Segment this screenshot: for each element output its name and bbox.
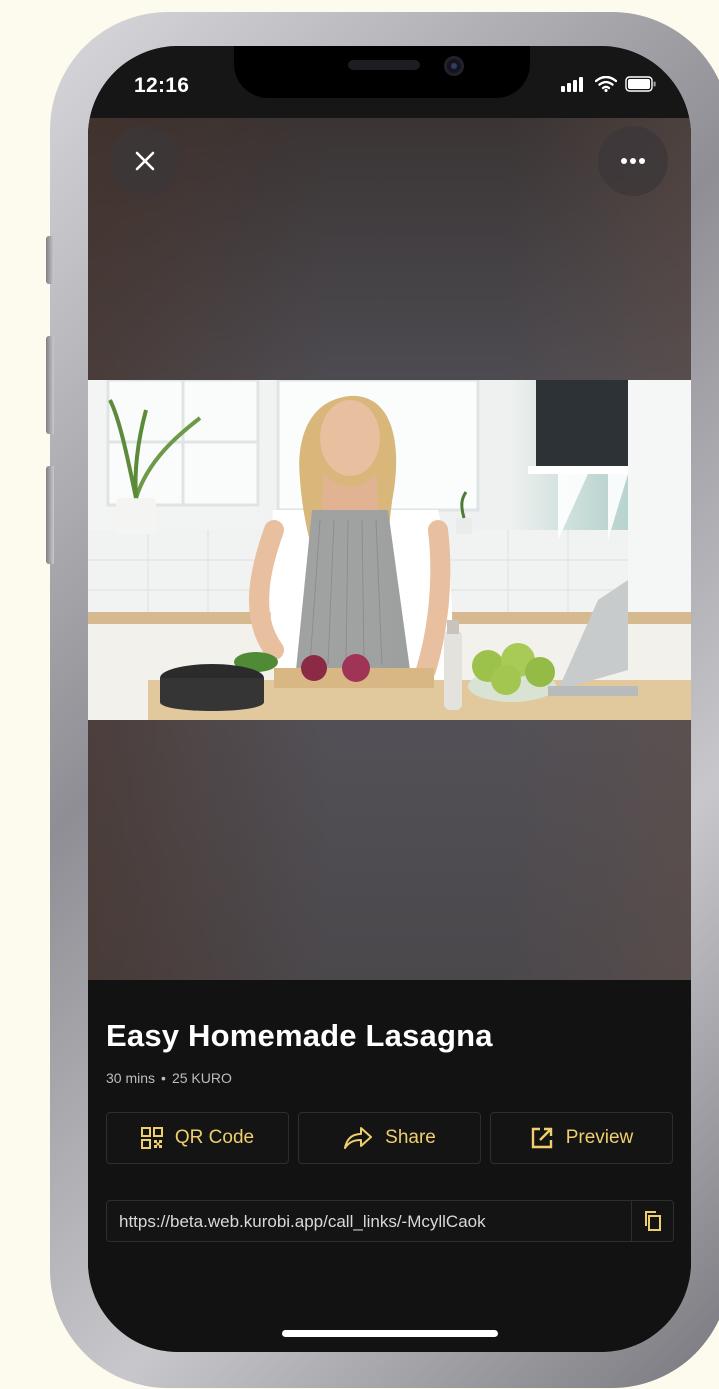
preview-label: Preview xyxy=(565,1127,634,1148)
close-button[interactable] xyxy=(110,126,180,196)
share-button[interactable]: Share xyxy=(298,1112,481,1164)
status-icons xyxy=(561,76,657,92)
copy-icon xyxy=(644,1211,661,1231)
share-label: Share xyxy=(385,1127,436,1148)
external-link-icon xyxy=(531,1127,552,1149)
more-options-icon xyxy=(621,158,645,164)
recipe-price: 25 KURO xyxy=(171,1070,232,1086)
recipe-title: Easy Homemade Lasagna xyxy=(106,1018,493,1053)
qr-code-label: QR Code xyxy=(174,1127,255,1148)
home-indicator[interactable] xyxy=(282,1330,498,1337)
more-options-button[interactable] xyxy=(598,126,668,196)
phone-volume-down-button xyxy=(46,466,54,564)
wifi-icon xyxy=(595,76,617,92)
share-link-field[interactable]: https://beta.web.kurobi.app/call_links/-… xyxy=(106,1200,674,1242)
copy-link-button[interactable] xyxy=(631,1201,673,1241)
preview-button[interactable]: Preview xyxy=(490,1112,673,1164)
recipe-duration: 30 mins xyxy=(106,1070,156,1086)
status-time: 12:16 xyxy=(134,74,190,97)
recipe-info-panel: Easy Homemade Lasagna 30 mins • 25 KURO QR… xyxy=(88,980,691,1352)
phone-volume-up-button xyxy=(46,336,54,434)
beta-ribbon: BETA xyxy=(88,1302,154,1352)
video-player[interactable] xyxy=(88,118,691,980)
earpiece-speaker xyxy=(348,60,420,70)
recipe-meta: 30 mins • 25 KURO xyxy=(106,1070,232,1086)
phone-screen: 12:16 Easy Homemade Lasagna 30 mins • 25… xyxy=(88,46,691,1352)
share-link-url[interactable]: https://beta.web.kurobi.app/call_links/-… xyxy=(119,1212,629,1232)
cellular-signal-icon xyxy=(561,77,583,92)
phone-silent-switch xyxy=(46,236,54,284)
close-icon xyxy=(135,151,155,171)
battery-icon xyxy=(625,76,656,92)
video-thumbnail[interactable] xyxy=(88,380,691,720)
meta-separator: • xyxy=(161,1070,166,1086)
front-camera xyxy=(444,56,464,76)
qr-code-icon xyxy=(140,1127,163,1149)
woman-cooking-in-kitchen-image xyxy=(88,380,691,720)
qr-code-button[interactable]: QR Code xyxy=(106,1112,289,1164)
share-icon xyxy=(344,1127,373,1149)
phone-notch xyxy=(234,46,530,98)
